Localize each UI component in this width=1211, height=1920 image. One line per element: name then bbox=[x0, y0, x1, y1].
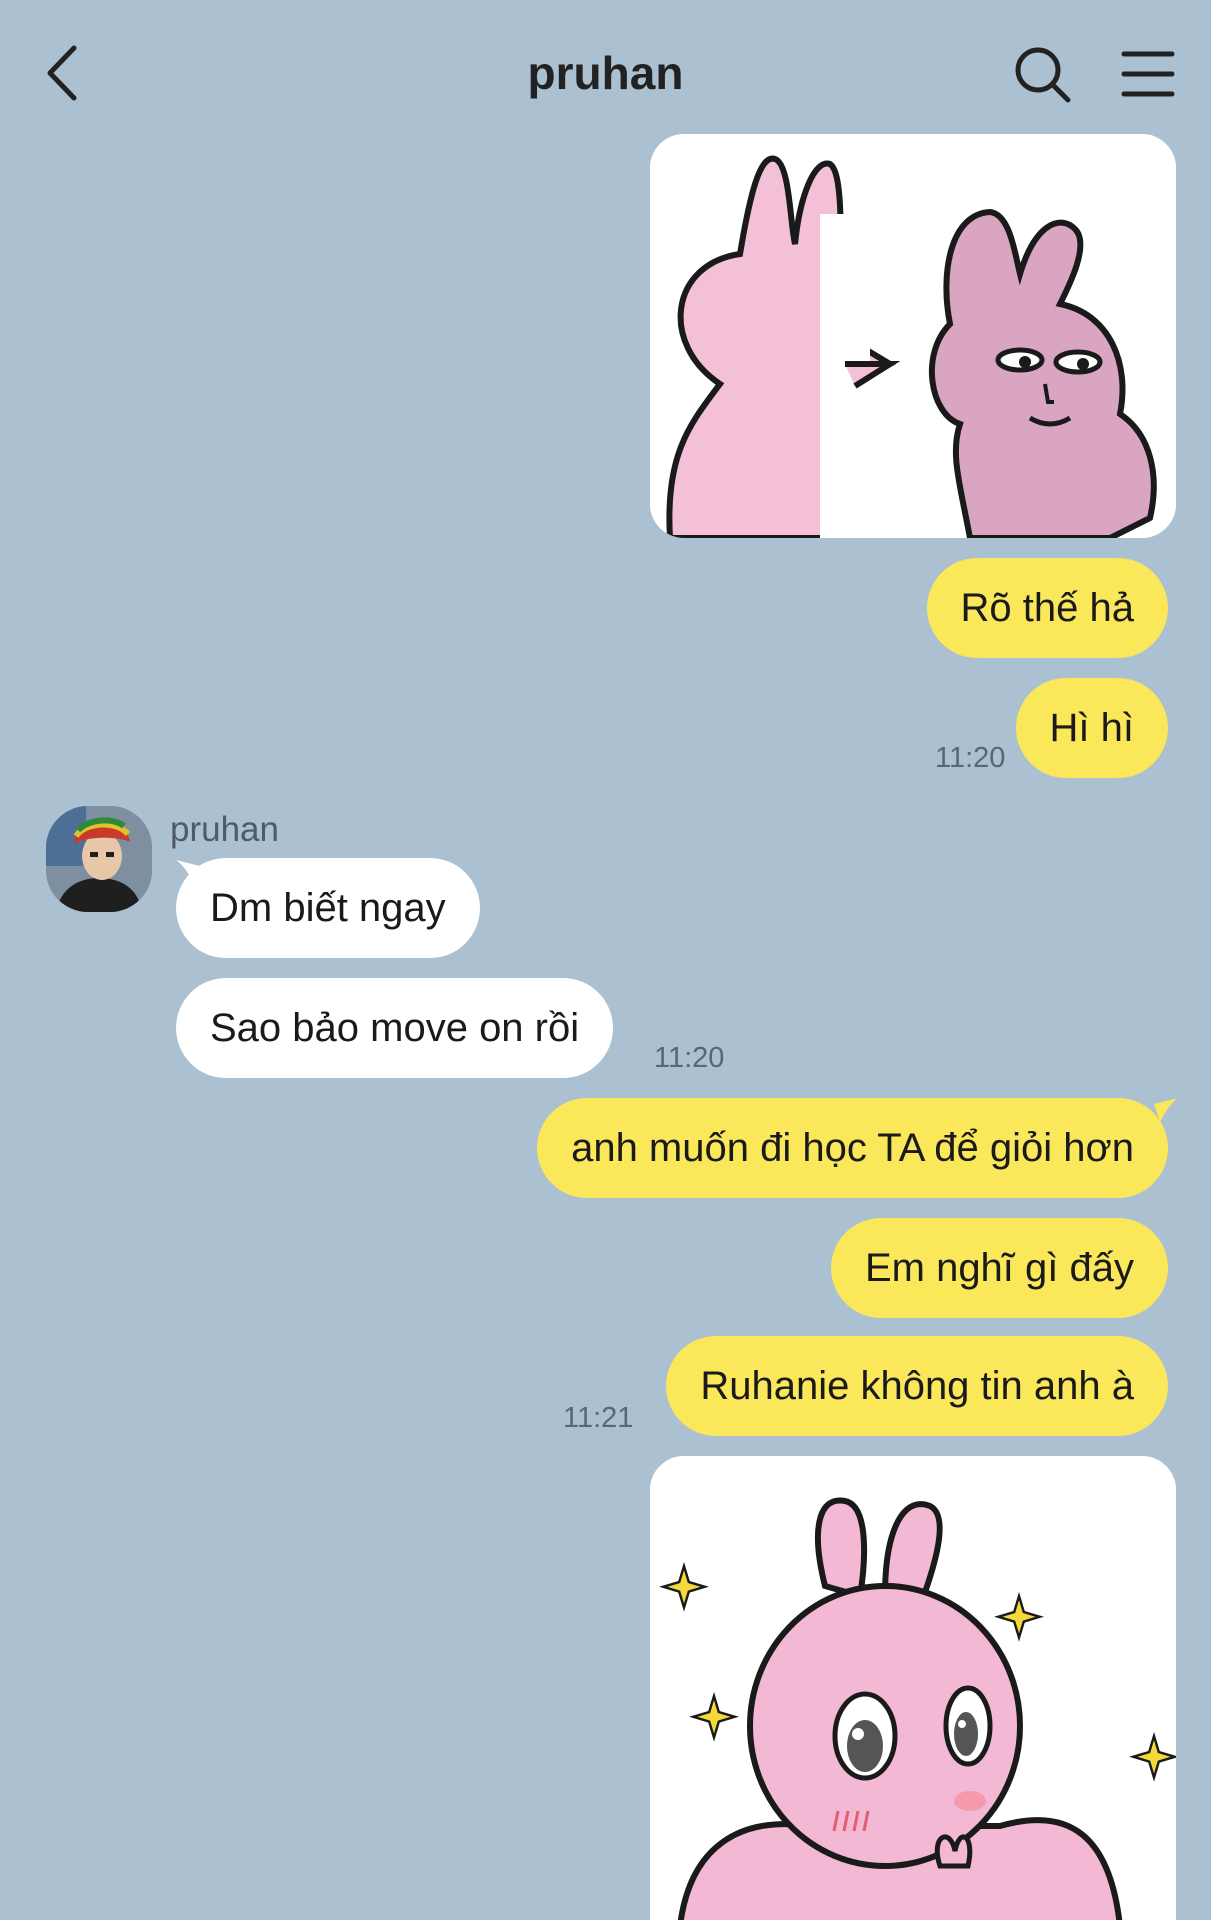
my-message-bubble[interactable]: anh muốn đi học TA để giỏi hơn bbox=[537, 1098, 1168, 1198]
message-text: Hì hì bbox=[1049, 706, 1134, 750]
sticker-message[interactable] bbox=[650, 134, 1176, 538]
message-text: Dm biết ngay bbox=[210, 886, 446, 930]
my-message-bubble[interactable]: Rõ thế hả bbox=[926, 558, 1168, 658]
sender-name[interactable]: pruhan bbox=[170, 810, 279, 850]
my-message-bubble[interactable]: Hì hì bbox=[1015, 678, 1168, 778]
my-message-bubble[interactable]: Ruhanie không tin anh à bbox=[666, 1336, 1168, 1436]
message-text: Sao bảo move on rồi bbox=[210, 1006, 580, 1050]
my-message-bubble[interactable]: Em nghĩ gì đấy bbox=[830, 1218, 1168, 1318]
search-button[interactable] bbox=[1012, 44, 1074, 106]
hamburger-menu-icon bbox=[1121, 51, 1175, 97]
profile-photo-icon bbox=[46, 806, 152, 912]
chat-header: pruhan bbox=[0, 0, 1211, 130]
message-timestamp: 11:20 bbox=[935, 742, 1006, 774]
their-message-bubble[interactable]: Dm biết ngay bbox=[176, 858, 480, 958]
avatar[interactable] bbox=[46, 806, 152, 912]
message-timestamp: 11:20 bbox=[654, 1042, 725, 1074]
message-timestamp: 11:21 bbox=[563, 1402, 634, 1434]
their-message-bubble[interactable]: Sao bảo move on rồi bbox=[176, 978, 614, 1078]
search-icon bbox=[1015, 47, 1071, 103]
message-text: Ruhanie không tin anh à bbox=[700, 1364, 1134, 1408]
pink-rabbit-sticker bbox=[650, 134, 1176, 538]
message-text: Em nghĩ gì đấy bbox=[864, 1246, 1134, 1290]
message-text: Rõ thế hả bbox=[960, 586, 1134, 630]
sticker-message[interactable] bbox=[650, 1456, 1176, 1920]
menu-button[interactable] bbox=[1120, 48, 1176, 100]
pink-rabbit-sparkle-sticker bbox=[650, 1456, 1176, 1920]
message-text: anh muốn đi học TA để giỏi hơn bbox=[571, 1126, 1134, 1170]
